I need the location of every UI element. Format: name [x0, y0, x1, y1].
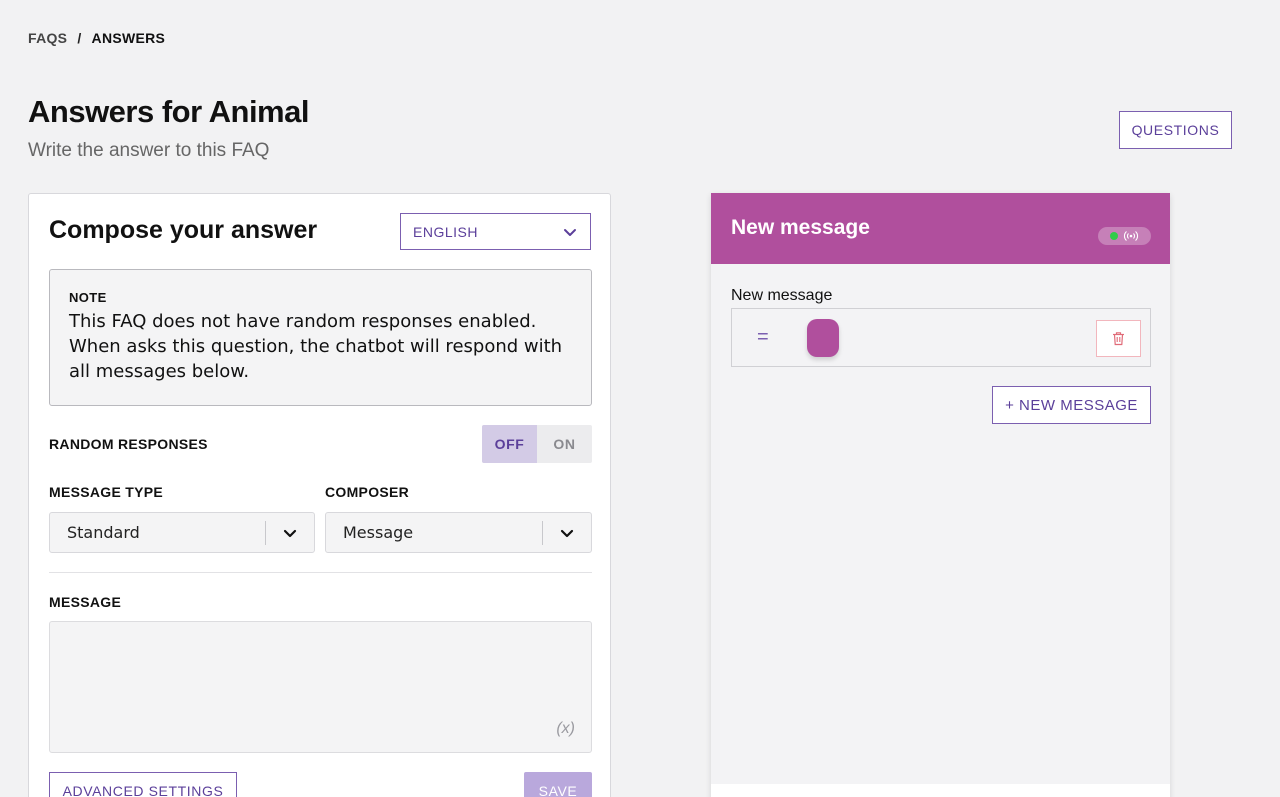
broadcast-icon	[1124, 231, 1138, 241]
trash-icon	[1113, 332, 1124, 346]
new-message-button[interactable]: + NEW MESSAGE	[992, 386, 1151, 424]
note-line-2: When asks this question, the chatbot wil…	[69, 336, 563, 357]
advanced-settings-button[interactable]: ADVANCED SETTINGS	[49, 772, 237, 797]
random-responses-toggle[interactable]: OFF ON	[482, 425, 592, 463]
message-preview-panel: New message New message = + NEW MESSAGE	[711, 193, 1170, 797]
language-value: ENGLISH	[413, 223, 478, 240]
delete-message-button[interactable]	[1096, 320, 1141, 357]
message-textarea[interactable]: (x)	[49, 621, 592, 753]
variable-icon[interactable]: (x)	[556, 720, 575, 738]
composer-dropdown[interactable]: Message	[325, 512, 592, 553]
note-text: This FAQ does not have random responses …	[69, 309, 572, 384]
toggle-on-option[interactable]: ON	[537, 425, 592, 463]
message-row[interactable]: =	[731, 308, 1151, 367]
breadcrumb-separator: /	[77, 30, 82, 46]
page-subtitle: Write the answer to this FAQ	[28, 140, 270, 161]
message-type-label: MESSAGE TYPE	[49, 484, 164, 500]
composer-label: COMPOSER	[325, 484, 410, 500]
breadcrumb-current: ANSWERS	[91, 30, 166, 46]
drag-handle-icon[interactable]: =	[757, 326, 769, 349]
compose-answer-card: Compose your answer ENGLISH NOTE This FA…	[28, 193, 611, 797]
online-status-dot	[1110, 232, 1118, 240]
chevron-down-icon	[543, 525, 591, 541]
message-label: MESSAGE	[49, 594, 122, 610]
message-type-value: Standard	[67, 523, 140, 542]
language-select[interactable]: ENGLISH	[400, 213, 591, 250]
composer-value: Message	[343, 523, 414, 542]
note-line-3: all messages below.	[69, 361, 250, 382]
toggle-off-option[interactable]: OFF	[482, 425, 537, 463]
message-bubble[interactable]	[807, 319, 839, 357]
message-type-dropdown[interactable]: Standard	[49, 512, 315, 553]
page-title: Answers for Animal	[28, 94, 309, 129]
note-line-1: This FAQ does not have random responses …	[69, 311, 537, 332]
message-block-label: New message	[731, 287, 833, 304]
preview-footer	[711, 784, 1170, 797]
questions-button[interactable]: QUESTIONS	[1119, 111, 1232, 149]
compose-title: Compose your answer	[49, 216, 318, 244]
breadcrumb-faqs-link[interactable]: FAQS	[28, 30, 67, 46]
section-divider	[49, 572, 592, 573]
note-label: NOTE	[69, 290, 107, 305]
note-box: NOTE This FAQ does not have random respo…	[49, 269, 592, 406]
preview-header: New message	[711, 193, 1170, 264]
status-pill	[1098, 227, 1151, 245]
chevron-down-icon	[564, 228, 576, 236]
breadcrumb: FAQS / ANSWERS	[28, 30, 165, 46]
preview-title: New message	[731, 216, 870, 239]
save-button[interactable]: SAVE	[524, 772, 592, 797]
chevron-down-icon	[266, 525, 314, 541]
random-responses-label: RANDOM RESPONSES	[49, 436, 208, 452]
